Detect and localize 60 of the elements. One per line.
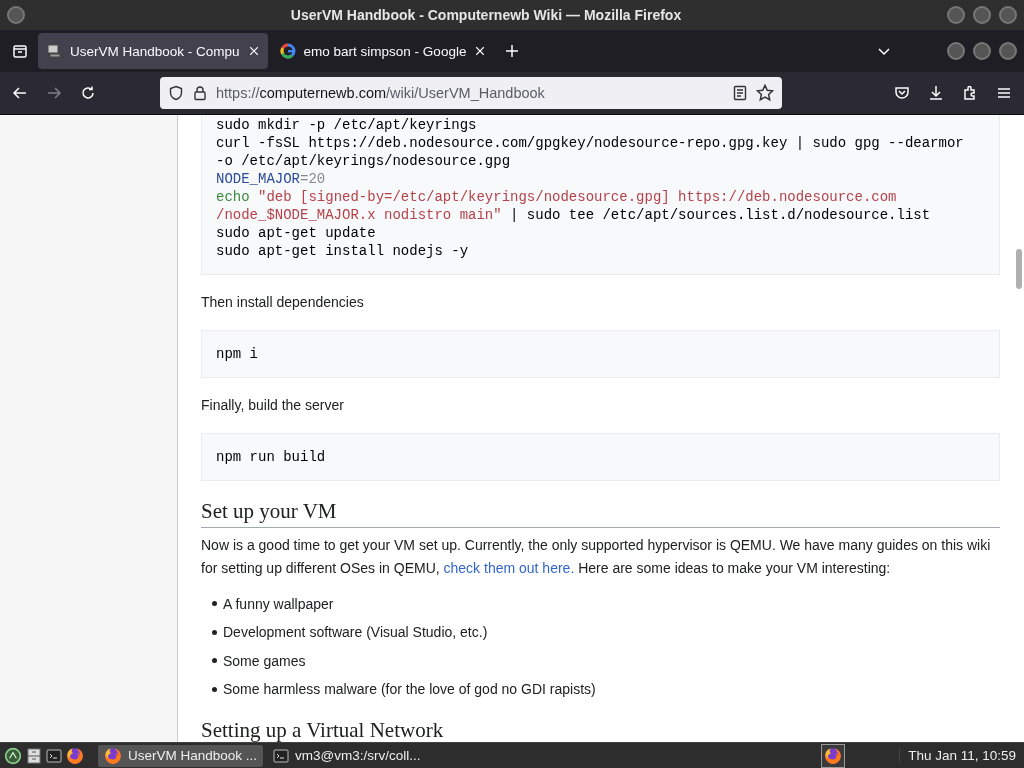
code-line: npm i xyxy=(216,345,258,363)
menu-icon xyxy=(996,85,1012,101)
url-text: https://computernewb.com/wiki/UserVM_Handbook xyxy=(216,85,546,101)
list-item: A funny wallpaper xyxy=(212,590,334,617)
reader-view-icon xyxy=(732,85,748,101)
pocket-icon xyxy=(894,85,910,101)
list-item: Some harmless malware (for the love of god no GDI rapists) xyxy=(212,676,596,702)
maximize-icon xyxy=(972,41,992,61)
list-item: Some games xyxy=(212,647,306,674)
taskbar-task[interactable]: UserVM Handbook ... xyxy=(98,744,264,767)
google-icon xyxy=(279,43,296,59)
firefox-icon xyxy=(104,746,122,765)
arrow-left-icon xyxy=(12,85,28,101)
computer-icon xyxy=(46,43,62,59)
code-line: echo "deb [signed-by=/etc/apt/keyrings/nodesource.gpg] https://deb.nodesource.com xyxy=(216,188,897,206)
star-icon xyxy=(756,84,774,102)
code-line: -o /etc/apt/keyrings/nodesource.gpg xyxy=(216,152,511,170)
minimize-icon xyxy=(946,5,966,25)
shield-icon xyxy=(168,85,184,101)
clock: Thu Jan 11, 10:59 xyxy=(899,748,1020,763)
list-item: Development software (Visual Studio, etc.) xyxy=(212,619,488,645)
link[interactable]: check them out here. xyxy=(443,560,575,576)
address-bar[interactable]: https://computernewb.com/wiki/UserVM_Handbook xyxy=(160,77,782,109)
section-heading: Set up your VM xyxy=(201,497,1000,528)
browser-tab[interactable]: emo bart simpson - Google xyxy=(271,33,495,69)
download-icon xyxy=(928,85,944,101)
close-icon xyxy=(247,45,260,57)
window-menu-icon xyxy=(6,5,26,25)
start-menu-icon xyxy=(4,746,22,765)
close-icon xyxy=(998,5,1018,25)
terminal-icon xyxy=(273,747,290,764)
paragraph: Finally, build the server xyxy=(201,396,345,415)
minimize-icon xyxy=(946,41,966,61)
plus-icon xyxy=(504,43,521,59)
firefox-icon xyxy=(66,746,84,765)
terminal-icon xyxy=(46,747,62,764)
code-line: /node_$NODE_MAJOR.x nodistro main" | sudo tee /etc/apt/sources.list.d/nodesource.list xyxy=(216,206,931,224)
code-line: curl -fsSL https://deb.nodesource.com/gpgkey/nodesource-repo.gpg.key | sudo gpg --dearmor xyxy=(216,134,964,152)
paragraph: Then install dependencies xyxy=(201,293,365,312)
code-line: NODE_MAJOR=20 xyxy=(216,170,326,188)
firefox-icon xyxy=(824,746,843,765)
tray-item[interactable] xyxy=(821,743,846,768)
code-line: sudo apt-get update xyxy=(216,224,376,242)
window-title: UserVM Handbook - Computernewb Wiki — Mozilla Firefox xyxy=(290,7,682,23)
lock-icon xyxy=(192,85,208,101)
paragraph: Now is a good time to get your VM set up. Currently, the only supported hypervisor is QEMU. We have many guides on this wiki for setting up different OSes in QEMU, check them out here. Here are some ideas to make your VM interesting: xyxy=(201,536,992,578)
browser-tab[interactable]: UserVM Handbook - Compu xyxy=(38,33,268,69)
arrow-right-icon xyxy=(46,85,62,101)
scrollbar-thumb[interactable] xyxy=(1016,249,1022,289)
code-line: sudo mkdir -p /etc/apt/keyrings xyxy=(216,116,477,134)
tray-icon xyxy=(12,43,28,59)
code-line: npm run build xyxy=(216,448,326,466)
puzzle-icon xyxy=(962,85,978,101)
maximize-icon xyxy=(972,5,992,25)
taskbar-task[interactable]: vm3@vm3:/srv/coll... xyxy=(267,744,427,767)
close-icon xyxy=(474,45,487,57)
file-cabinet-icon xyxy=(26,747,42,764)
reload-icon xyxy=(80,85,96,101)
code-line: sudo apt-get install nodejs -y xyxy=(216,242,469,260)
close-icon xyxy=(998,41,1018,61)
